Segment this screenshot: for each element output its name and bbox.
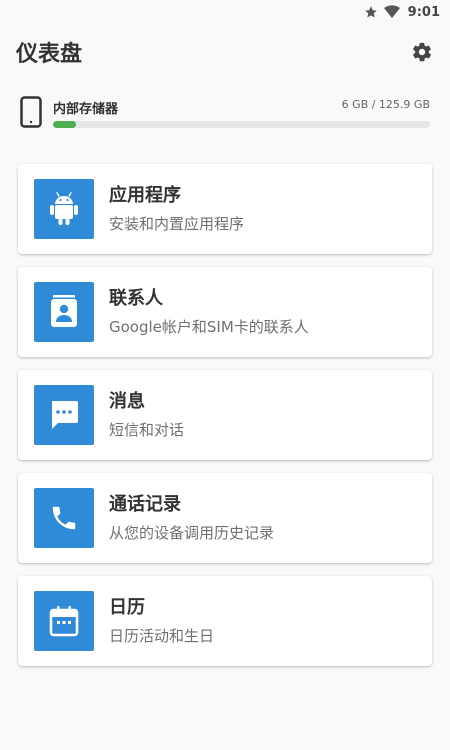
- storage-progress-bar: [53, 121, 430, 128]
- gear-icon: [413, 42, 431, 62]
- card-title: 日历: [109, 597, 145, 618]
- contact-card-icon: [51, 295, 77, 327]
- card-title: 联系人: [109, 288, 163, 309]
- messages-tile: [34, 385, 94, 445]
- card-subtitle: Google帐户和SIM卡的联系人: [109, 318, 309, 336]
- card-subtitle: 日历活动和生日: [109, 627, 215, 645]
- wifi-icon: [383, 5, 400, 19]
- card-title: 通话记录: [109, 494, 181, 515]
- storage-label: 内部存储器: [53, 102, 119, 117]
- card-messages[interactable]: 消息 短信和对话: [18, 370, 432, 460]
- phone-icon: [52, 506, 76, 530]
- storage-size: 6 GB / 125.9 GB: [341, 98, 430, 111]
- phone-device-icon: [20, 96, 42, 132]
- status-time: 9:01: [407, 4, 440, 20]
- app-bar: 仪表盘: [0, 24, 450, 80]
- card-subtitle: 安装和内置应用程序: [109, 215, 245, 233]
- contacts-tile: [34, 282, 94, 342]
- status-bar: 9:01: [0, 0, 450, 24]
- storage-progress-fill: [53, 121, 76, 128]
- card-subtitle: 短信和对话: [109, 421, 185, 439]
- card-apps[interactable]: 应用程序 安装和内置应用程序: [18, 164, 432, 254]
- card-calendar[interactable]: 日历 日历活动和生日: [18, 576, 432, 666]
- call-log-tile: [34, 488, 94, 548]
- card-title: 应用程序: [109, 185, 181, 206]
- card-contacts[interactable]: 联系人 Google帐户和SIM卡的联系人: [18, 267, 432, 357]
- message-icon: [52, 401, 78, 429]
- settings-button[interactable]: [408, 38, 436, 66]
- card-subtitle: 从您的设备调用历史记录: [109, 524, 275, 542]
- card-title: 消息: [109, 391, 145, 412]
- calendar-tile: [34, 591, 94, 651]
- apps-tile: [34, 179, 94, 239]
- card-call-log[interactable]: 通话记录 从您的设备调用历史记录: [18, 473, 432, 563]
- page-title: 仪表盘: [16, 42, 83, 67]
- star-icon: [364, 5, 378, 19]
- calendar-icon: [49, 606, 79, 637]
- storage-section: 内部存储器 6 GB / 125.9 GB: [0, 86, 450, 146]
- dashboard-list: 应用程序 安装和内置应用程序 联系人 Google帐户和SIM卡的联系人 消息 …: [18, 164, 432, 679]
- android-icon: [50, 191, 78, 225]
